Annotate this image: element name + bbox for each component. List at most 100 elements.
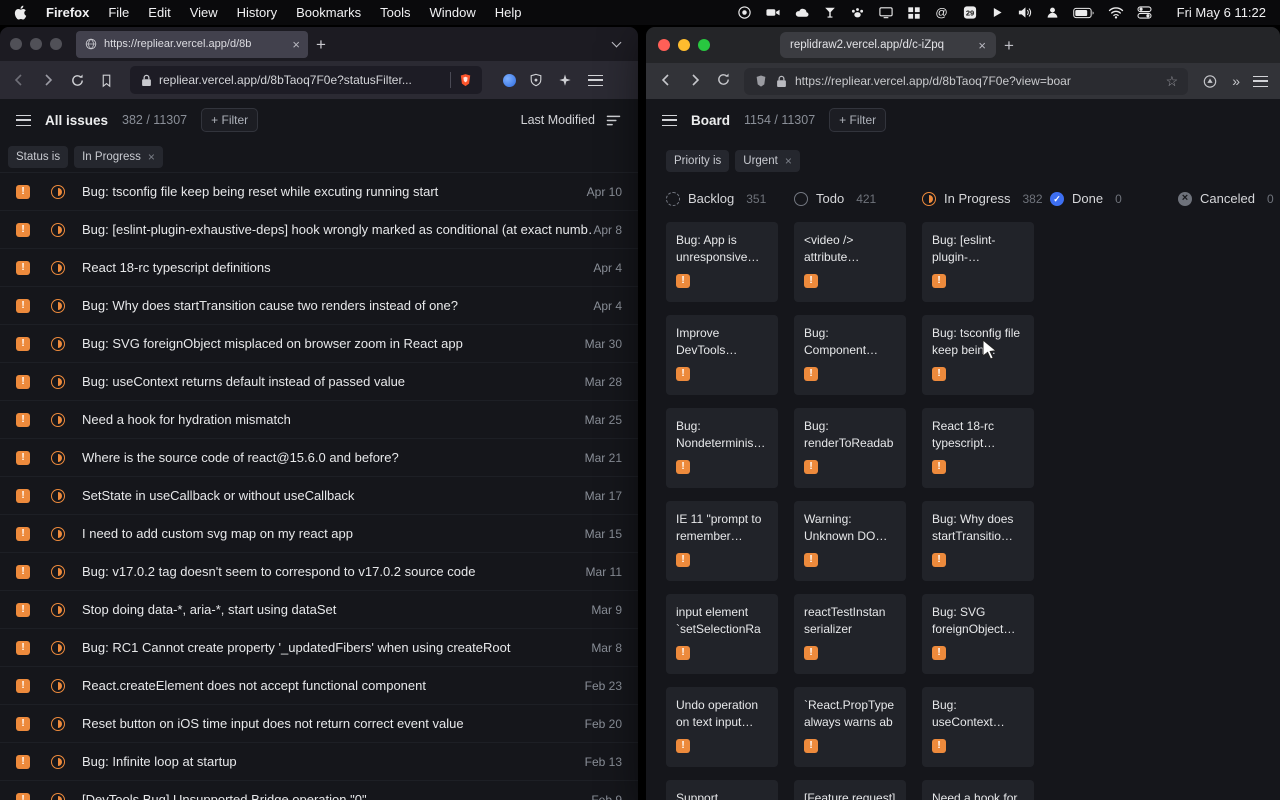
brave-shield-icon[interactable] (458, 73, 472, 88)
filter-field-chip[interactable]: Status is (8, 146, 68, 168)
filter-value-chip[interactable]: Urgent × (735, 150, 800, 172)
filter-field-chip[interactable]: Priority is (666, 150, 729, 172)
board-card[interactable]: Bug: App is unresponsive… (666, 222, 778, 302)
priority-urgent-icon[interactable] (16, 755, 30, 769)
issue-row[interactable]: Where is the source code of react@15.6.0… (0, 439, 638, 477)
menu-help[interactable]: Help (495, 5, 522, 20)
priority-urgent-icon[interactable] (16, 641, 30, 655)
brave-shield-icon[interactable] (754, 74, 767, 89)
tab-close-icon[interactable]: × (292, 38, 300, 51)
board-card[interactable]: Bug: SVG foreignObject… (922, 594, 1034, 674)
tab-close-icon[interactable]: × (978, 39, 986, 52)
container-tab-icon[interactable] (503, 74, 516, 87)
apple-menu-icon[interactable] (14, 5, 27, 20)
priority-urgent-icon[interactable] (16, 299, 30, 313)
bookmark-icon[interactable] (97, 71, 115, 89)
browser-tab[interactable]: replidraw2.vercel.app/d/c-iZpq × (780, 32, 996, 58)
close-window-button[interactable] (10, 38, 22, 50)
switches-icon[interactable] (1137, 6, 1152, 19)
status-inprogress-icon[interactable] (51, 489, 65, 503)
status-inprogress-icon[interactable] (51, 603, 65, 617)
right-traffic-lights[interactable] (658, 39, 710, 51)
issue-row[interactable]: Bug: RC1 Cannot create property '_update… (0, 629, 638, 667)
back-icon[interactable] (658, 72, 674, 91)
status-inprogress-icon[interactable] (51, 299, 65, 313)
board-card[interactable]: Bug: useContext… (922, 687, 1034, 767)
board-card[interactable]: Bug: renderToReadab (794, 408, 906, 488)
shield-icon[interactable] (527, 71, 545, 89)
status-inprogress-icon[interactable] (51, 641, 65, 655)
issue-row[interactable]: Bug: useContext returns default instead … (0, 363, 638, 401)
board-card[interactable]: input element `setSelectionRa (666, 594, 778, 674)
reload-icon[interactable] (716, 72, 731, 90)
close-window-button[interactable] (658, 39, 670, 51)
record-icon[interactable] (737, 5, 752, 20)
board-card[interactable]: <video /> attribute… (794, 222, 906, 302)
sidebar-menu-icon[interactable] (662, 115, 677, 126)
remove-filter-icon[interactable]: × (785, 154, 792, 168)
filter-value-chip[interactable]: In Progress × (74, 146, 163, 168)
menu-window[interactable]: Window (430, 5, 476, 20)
status-inprogress-icon[interactable] (51, 185, 65, 199)
status-inprogress-icon[interactable] (51, 337, 65, 351)
forward-icon[interactable] (39, 71, 57, 89)
board-card[interactable]: Bug: Nondeterminist… (666, 408, 778, 488)
board-card[interactable]: Undo operation on text input… (666, 687, 778, 767)
priority-urgent-icon[interactable] (16, 603, 30, 617)
user-icon[interactable] (1045, 5, 1060, 20)
priority-urgent-icon[interactable] (16, 261, 30, 275)
new-tab-button[interactable]: + (1004, 37, 1014, 54)
zoom-window-button[interactable] (698, 39, 710, 51)
issue-row[interactable]: Bug: tsconfig file keep being reset whil… (0, 173, 638, 211)
url-bar[interactable]: https://repliear.vercel.app/d/8bTaoq7F0e… (744, 68, 1188, 95)
display-icon[interactable] (878, 5, 894, 20)
menu-view[interactable]: View (190, 5, 218, 20)
issue-row[interactable]: Stop doing data-*, aria-*, start using d… (0, 591, 638, 629)
board-card[interactable]: Bug: [eslint-plugin-… (922, 222, 1034, 302)
status-inprogress-icon[interactable] (51, 717, 65, 731)
status-inprogress-icon[interactable] (51, 565, 65, 579)
drink-icon[interactable] (823, 5, 837, 20)
wifi-icon[interactable] (1108, 6, 1124, 19)
board-card[interactable]: Warning: Unknown DO… (794, 501, 906, 581)
priority-urgent-icon[interactable] (16, 527, 30, 541)
tab-list-chevron-icon[interactable] (612, 38, 622, 48)
status-inprogress-icon[interactable] (51, 527, 65, 541)
menu-clock[interactable]: Fri May 6 11:22 (1177, 5, 1266, 20)
sidebar-menu-icon[interactable] (16, 115, 31, 126)
grid-icon[interactable] (907, 6, 921, 20)
status-inprogress-icon[interactable] (51, 679, 65, 693)
browser-menu-icon[interactable] (1253, 76, 1268, 87)
menu-tools[interactable]: Tools (380, 5, 410, 20)
priority-urgent-icon[interactable] (16, 717, 30, 731)
menu-firefox[interactable]: Firefox (46, 5, 89, 20)
board-card[interactable]: React 18-rc typescript… (922, 408, 1034, 488)
minimize-window-button[interactable] (30, 38, 42, 50)
extensions-overflow-icon[interactable]: » (1232, 73, 1240, 89)
issue-row[interactable]: I need to add custom svg map on my react… (0, 515, 638, 553)
url-bar[interactable]: repliear.vercel.app/d/8bTaoq7F0e?statusF… (130, 66, 482, 94)
board-card[interactable]: IE 11 "prompt to remember… (666, 501, 778, 581)
menu-edit[interactable]: Edit (148, 5, 170, 20)
bookmark-star-icon[interactable]: ☆ (1166, 74, 1179, 88)
status-inprogress-icon[interactable] (51, 375, 65, 389)
priority-urgent-icon[interactable] (16, 679, 30, 693)
sparkle-icon[interactable] (556, 71, 574, 89)
status-inprogress-icon[interactable] (51, 261, 65, 275)
priority-urgent-icon[interactable] (16, 565, 30, 579)
board-card[interactable]: [Feature request] expo… (794, 780, 906, 800)
minimize-window-button[interactable] (678, 39, 690, 51)
status-inprogress-icon[interactable] (51, 413, 65, 427)
forward-icon[interactable] (687, 72, 703, 91)
priority-urgent-icon[interactable] (16, 223, 30, 237)
status-inprogress-icon[interactable] (51, 451, 65, 465)
issue-row[interactable]: Bug: v17.0.2 tag doesn't seem to corresp… (0, 553, 638, 591)
new-tab-button[interactable]: + (316, 36, 326, 53)
issue-row[interactable]: Bug: Why does startTransition cause two … (0, 287, 638, 325)
sort-icon[interactable] (604, 111, 622, 129)
add-filter-button[interactable]: + Filter (829, 108, 886, 132)
board-card[interactable]: reactTestInstan serializer (794, 594, 906, 674)
priority-urgent-icon[interactable] (16, 185, 30, 199)
board-card[interactable]: Bug: tsconfig file keep bein… (922, 315, 1034, 395)
issue-row[interactable]: Need a hook for hydration mismatch Mar 2… (0, 401, 638, 439)
